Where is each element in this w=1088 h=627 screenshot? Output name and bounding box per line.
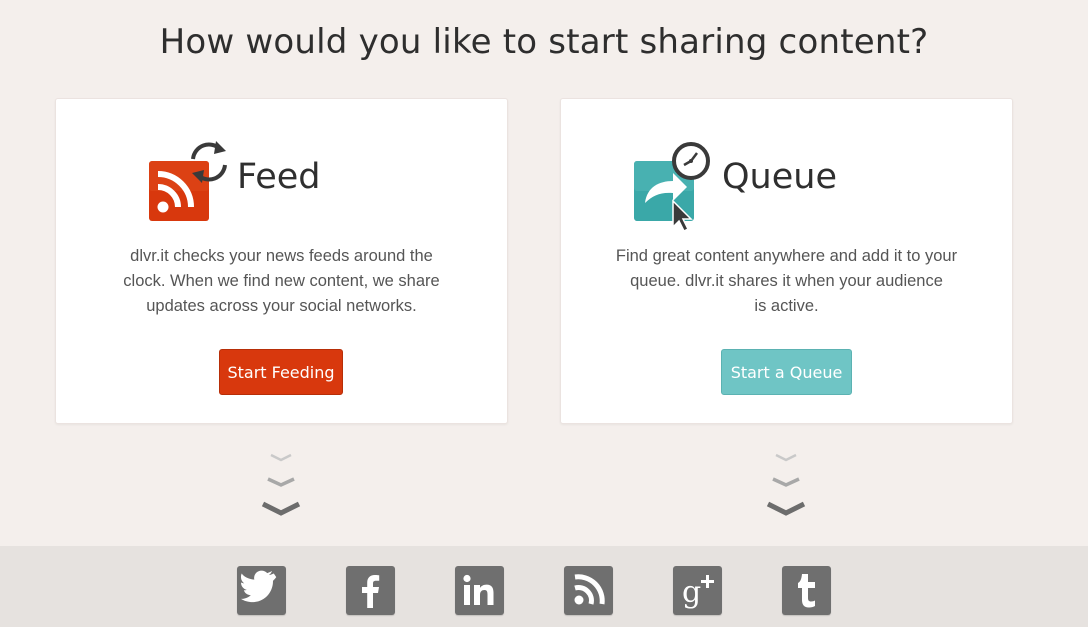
queue-description-line: Find great content anywhere and add it t… [615, 247, 958, 265]
feed-scroll-chevrons [261, 452, 301, 522]
rss-icon [574, 574, 605, 605]
tumblr-button[interactable] [782, 566, 831, 615]
feed-card-header: Feed [56, 139, 507, 224]
chevron-down-icon [267, 477, 295, 487]
chevron-down-icon [270, 453, 292, 462]
chevron-down-icon [772, 477, 800, 487]
chevron-down-icon [766, 501, 806, 516]
linkedin-button[interactable] [455, 566, 504, 615]
svg-text:g: g [682, 575, 701, 610]
queue-card-heading: Queue [722, 157, 837, 197]
social-bar: g [0, 546, 1088, 627]
feed-description-line: updates across your social networks. [146, 297, 417, 315]
twitter-icon [241, 570, 277, 603]
google-plus-button[interactable]: g [673, 566, 722, 615]
queue-icon-group [631, 139, 716, 233]
twitter-button[interactable] [237, 566, 286, 615]
start-queue-button[interactable]: Start a Queue [721, 349, 852, 395]
queue-card-description: Find great content anywhere and add it t… [561, 244, 1012, 319]
feed-icon-group [146, 139, 231, 224]
clock-icon [672, 142, 710, 180]
facebook-button[interactable] [346, 566, 395, 615]
google-plus-icon: g [682, 575, 714, 610]
queue-description-line: queue. dlvr.it shares it when your audie… [630, 272, 943, 290]
feed-icon-svg [149, 141, 227, 221]
page-title: How would you like to start sharing cont… [159, 22, 929, 62]
feed-card-description: dlvr.it checks your news feeds around th… [56, 244, 507, 319]
feed-card-heading: Feed [237, 157, 321, 197]
queue-card: Queue Find great content anywhere and ad… [560, 98, 1013, 424]
queue-description-line: is active. [754, 297, 819, 315]
chevron-down-icon [775, 453, 797, 462]
rss-button[interactable] [564, 566, 613, 615]
feed-description-line: dlvr.it checks your news feeds around th… [130, 247, 433, 265]
feed-card: Feed dlvr.it checks your news feeds arou… [55, 98, 508, 424]
start-feeding-button[interactable]: Start Feeding [219, 349, 343, 395]
queue-icon-svg [634, 142, 710, 233]
tumblr-icon [798, 574, 815, 608]
feed-description-line: clock. When we find new content, we shar… [123, 272, 440, 290]
queue-scroll-chevrons [766, 452, 806, 522]
queue-card-header: Queue [561, 139, 1012, 233]
linkedin-icon [463, 574, 494, 605]
rss-icon [149, 161, 209, 221]
facebook-icon [362, 575, 380, 608]
chevron-down-icon [261, 501, 301, 516]
